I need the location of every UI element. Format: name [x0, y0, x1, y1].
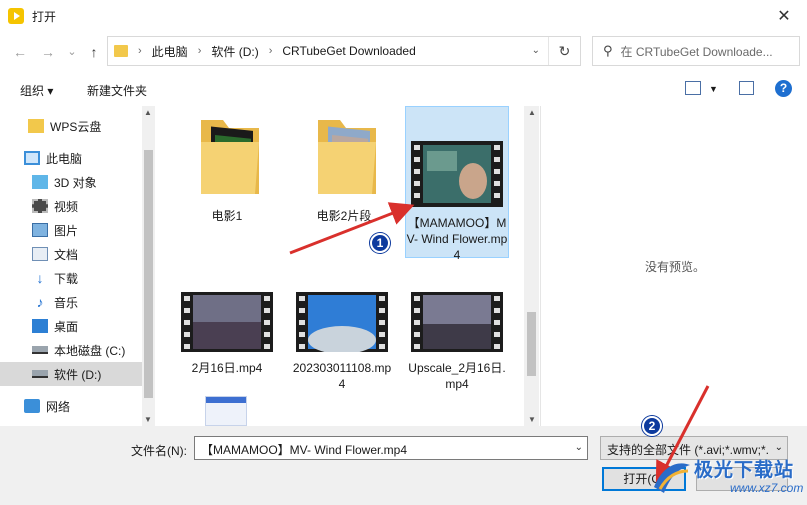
watermark-url: www.xz7.com [730, 481, 804, 495]
watermark-text: 极光下载站 [694, 460, 795, 481]
watermark: 极光下载站 www.xz7.com [650, 455, 804, 501]
annotation-overlay [289, 202, 710, 486]
step-marker-1: 1 [370, 233, 390, 253]
watermark-logo-icon [654, 463, 690, 493]
step-marker-2: 2 [642, 416, 662, 436]
